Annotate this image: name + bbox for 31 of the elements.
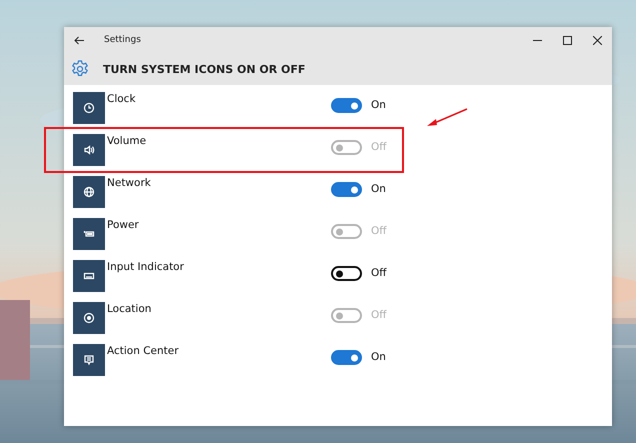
globe-icon	[83, 186, 95, 198]
window-title: Settings	[104, 35, 142, 45]
message-icon	[83, 354, 95, 366]
back-arrow-icon[interactable]	[74, 36, 84, 44]
item-label: Input Indicator	[107, 260, 185, 275]
toggle-switch[interactable]	[331, 350, 362, 365]
toggle-state: Off	[371, 225, 386, 239]
maximize-icon	[562, 36, 572, 44]
toggle-state: Off	[371, 267, 386, 281]
location-icon	[83, 312, 95, 324]
toggle-switch[interactable]	[331, 182, 362, 197]
keyboard-icon	[83, 270, 95, 282]
toggle-state: Off	[371, 309, 386, 323]
toggle-state: On	[371, 351, 386, 365]
item-label: Network	[107, 176, 152, 191]
item-label: Action Center	[107, 344, 180, 359]
item-label: Location	[107, 302, 152, 317]
clock-icon	[83, 102, 95, 114]
toggle-state: On	[371, 183, 386, 197]
settings-icon	[71, 60, 89, 78]
item-label: Power	[107, 218, 140, 233]
toggle-switch[interactable]	[331, 266, 362, 281]
pointer-arrow	[426, 108, 468, 128]
toggle-switch[interactable]	[331, 98, 362, 113]
close-icon	[592, 36, 602, 44]
speaker-icon	[83, 144, 95, 156]
page-title: TURN SYSTEM ICONS ON OR OFF	[103, 62, 306, 76]
item-label: Volume	[107, 134, 148, 149]
toggle-state: Off	[371, 141, 386, 155]
toggle-state: On	[371, 99, 386, 113]
item-label: Clock	[107, 92, 137, 107]
